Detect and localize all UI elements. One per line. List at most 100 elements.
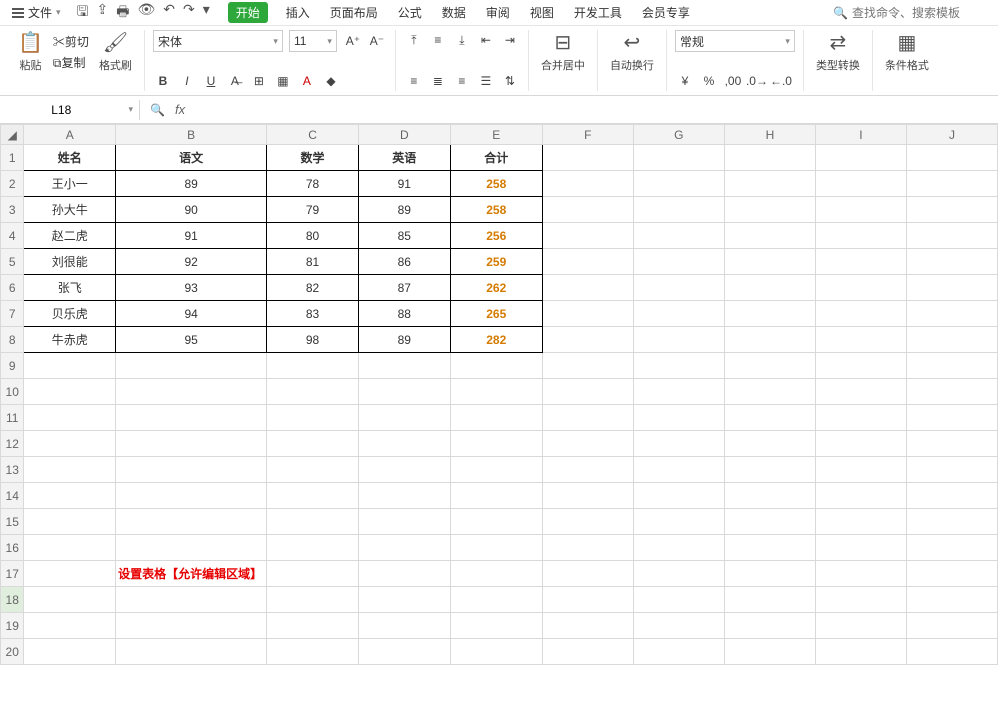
cell-G3[interactable]	[633, 197, 724, 223]
align-top-button[interactable]: ⤒	[404, 30, 424, 50]
cell-A13[interactable]	[24, 457, 116, 483]
cell-F17[interactable]	[542, 561, 633, 587]
row-header-14[interactable]: 14	[1, 483, 24, 509]
cell-C3[interactable]: 79	[267, 197, 359, 223]
search-input[interactable]	[852, 6, 992, 20]
cell-F20[interactable]	[542, 639, 633, 665]
cell-C16[interactable]	[267, 535, 359, 561]
orientation-button[interactable]: ⇅	[500, 71, 520, 91]
lookup-icon[interactable]: 🔍	[150, 103, 165, 117]
row-header-5[interactable]: 5	[1, 249, 24, 275]
cell-I4[interactable]	[815, 223, 906, 249]
tab-会员专享[interactable]: 会员专享	[640, 2, 692, 23]
font-size-select[interactable]: 11▾	[289, 30, 337, 52]
cell-D12[interactable]	[358, 431, 450, 457]
row-header-10[interactable]: 10	[1, 379, 24, 405]
cell-E7[interactable]: 265	[450, 301, 542, 327]
cell-H8[interactable]	[724, 327, 815, 353]
col-header-A[interactable]: A	[24, 125, 116, 145]
row-header-12[interactable]: 12	[1, 431, 24, 457]
cell-I19[interactable]	[815, 613, 906, 639]
cell-D10[interactable]	[358, 379, 450, 405]
cell-A11[interactable]	[24, 405, 116, 431]
cell-H2[interactable]	[724, 171, 815, 197]
cell-A16[interactable]	[24, 535, 116, 561]
cell-D8[interactable]: 89	[358, 327, 450, 353]
cell-H10[interactable]	[724, 379, 815, 405]
font-color-button[interactable]: A	[297, 71, 317, 91]
cell-J17[interactable]	[906, 561, 997, 587]
cell-F7[interactable]	[542, 301, 633, 327]
align-middle-button[interactable]: ≡	[428, 30, 448, 50]
cell-E11[interactable]	[450, 405, 542, 431]
cell-B12[interactable]	[116, 431, 267, 457]
cell-G5[interactable]	[633, 249, 724, 275]
cell-A6[interactable]: 张飞	[24, 275, 116, 301]
cell-J18[interactable]	[906, 587, 997, 613]
distribute-button[interactable]: ☰	[476, 71, 496, 91]
cell-F6[interactable]	[542, 275, 633, 301]
cell-B17[interactable]: 设置表格【允许编辑区域】	[116, 561, 267, 587]
cell-F1[interactable]	[542, 145, 633, 171]
cell-J10[interactable]	[906, 379, 997, 405]
tab-页面布局[interactable]: 页面布局	[328, 2, 380, 23]
cell-G15[interactable]	[633, 509, 724, 535]
cell-H3[interactable]	[724, 197, 815, 223]
row-header-3[interactable]: 3	[1, 197, 24, 223]
cell-D15[interactable]	[358, 509, 450, 535]
fx-icon[interactable]: fx	[175, 102, 185, 117]
cell-H18[interactable]	[724, 587, 815, 613]
copy-button[interactable]: ⧉复制	[53, 54, 89, 71]
cell-D11[interactable]	[358, 405, 450, 431]
cell-G2[interactable]	[633, 171, 724, 197]
cell-C11[interactable]	[267, 405, 359, 431]
row-header-13[interactable]: 13	[1, 457, 24, 483]
cell-F12[interactable]	[542, 431, 633, 457]
save-icon[interactable]: 🖫	[77, 1, 89, 25]
cell-G18[interactable]	[633, 587, 724, 613]
cell-G6[interactable]	[633, 275, 724, 301]
cell-C10[interactable]	[267, 379, 359, 405]
cell-J15[interactable]	[906, 509, 997, 535]
col-header-C[interactable]: C	[267, 125, 359, 145]
cell-F19[interactable]	[542, 613, 633, 639]
row-header-9[interactable]: 9	[1, 353, 24, 379]
cell-F10[interactable]	[542, 379, 633, 405]
cell-B13[interactable]	[116, 457, 267, 483]
cell-E1[interactable]: 合计	[450, 145, 542, 171]
row-header-19[interactable]: 19	[1, 613, 24, 639]
cell-E2[interactable]: 258	[450, 171, 542, 197]
tab-插入[interactable]: 插入	[284, 2, 312, 23]
cell-J19[interactable]	[906, 613, 997, 639]
cell-H13[interactable]	[724, 457, 815, 483]
cell-C7[interactable]: 83	[267, 301, 359, 327]
cell-F11[interactable]	[542, 405, 633, 431]
cell-H15[interactable]	[724, 509, 815, 535]
cell-F3[interactable]	[542, 197, 633, 223]
preview-icon[interactable]: 👁	[137, 1, 155, 25]
cell-C17[interactable]	[267, 561, 359, 587]
cell-I3[interactable]	[815, 197, 906, 223]
cell-I6[interactable]	[815, 275, 906, 301]
cell-G4[interactable]	[633, 223, 724, 249]
cell-E17[interactable]	[450, 561, 542, 587]
cell-D19[interactable]	[358, 613, 450, 639]
col-header-B[interactable]: B	[116, 125, 267, 145]
cell-D2[interactable]: 91	[358, 171, 450, 197]
cell-B11[interactable]	[116, 405, 267, 431]
tab-审阅[interactable]: 审阅	[484, 2, 512, 23]
tab-数据[interactable]: 数据	[440, 2, 468, 23]
row-header-16[interactable]: 16	[1, 535, 24, 561]
export-icon[interactable]: ⇪	[96, 1, 108, 25]
undo-icon[interactable]: ↶	[163, 1, 175, 25]
cell-F15[interactable]	[542, 509, 633, 535]
fill-color-button[interactable]: ▦	[273, 71, 293, 91]
cell-F18[interactable]	[542, 587, 633, 613]
cell-J11[interactable]	[906, 405, 997, 431]
cell-C14[interactable]	[267, 483, 359, 509]
cell-H4[interactable]	[724, 223, 815, 249]
cell-I17[interactable]	[815, 561, 906, 587]
cell-I11[interactable]	[815, 405, 906, 431]
cell-J1[interactable]	[906, 145, 997, 171]
cell-D13[interactable]	[358, 457, 450, 483]
